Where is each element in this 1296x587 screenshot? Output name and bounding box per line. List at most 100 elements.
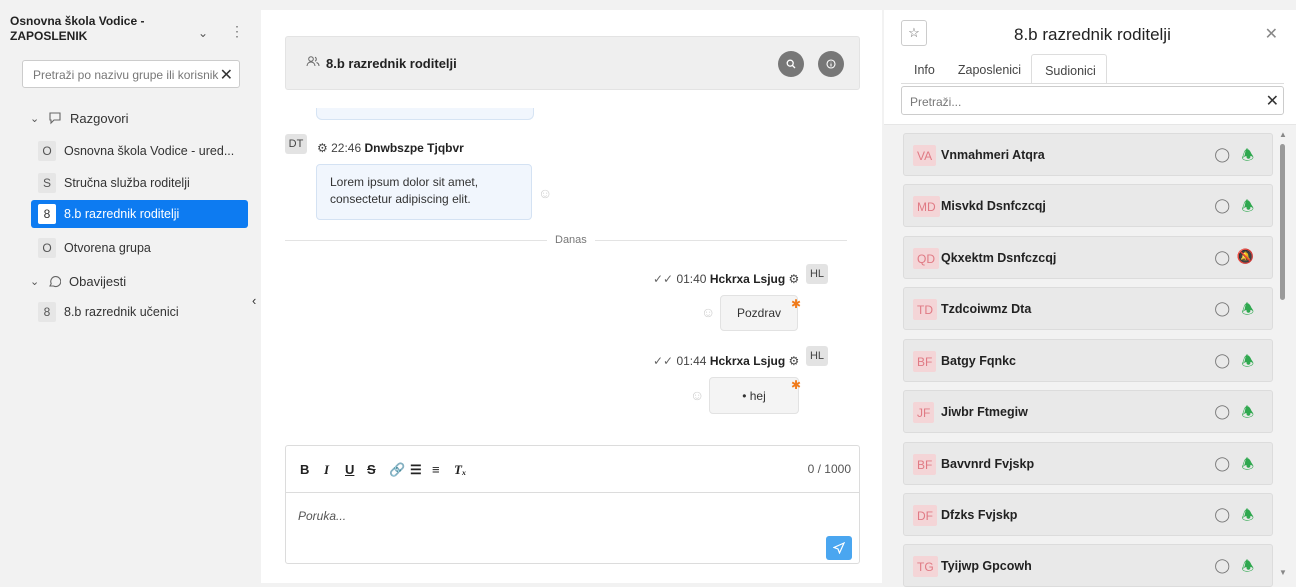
chat-icon[interactable]: ◯ xyxy=(1214,249,1230,266)
participant-row[interactable]: JF Jiwbr Ftmegiw ◯ 🕭 xyxy=(903,390,1273,433)
participant-row[interactable]: DF Dfzks Fvjskp ◯ 🕭 xyxy=(903,493,1273,536)
conversation-item-active[interactable]: 8 8.b razrednik roditelji xyxy=(31,200,248,228)
bell-off-icon[interactable]: 🔕 xyxy=(1237,248,1254,265)
more-options-icon[interactable]: ⋮ xyxy=(230,24,244,38)
link-icon[interactable]: 🔗 xyxy=(389,462,405,478)
info-button[interactable] xyxy=(818,51,844,77)
chat-icon[interactable]: ◯ xyxy=(1214,506,1230,523)
conversation-label: Osnovna škola Vodice - ured... xyxy=(64,144,235,158)
conversation-item[interactable]: O Osnovna škola Vodice - ured... xyxy=(31,137,248,165)
message-input[interactable]: Poruka... xyxy=(298,509,346,523)
chat-search-icon xyxy=(48,111,62,125)
message-meta: ✓✓ 01:40 Hckrxa Lsjug ⚙ xyxy=(653,272,799,286)
bell-icon[interactable]: 🕭 xyxy=(1241,505,1254,529)
chat-icon[interactable]: ◯ xyxy=(1214,300,1230,317)
bell-icon[interactable]: 🕭 xyxy=(1241,351,1254,375)
tab-zaposlenici[interactable]: Zaposlenici xyxy=(945,54,1031,84)
chat-icon[interactable]: ◯ xyxy=(1214,403,1230,420)
chat-title: 8.b razrednik roditelji xyxy=(326,56,457,71)
group-search-input[interactable]: Pretraži po nazivu grupe ili korisnik ✕ xyxy=(22,60,240,88)
scrollbar-thumb[interactable] xyxy=(1280,144,1285,300)
settings-icon[interactable]: ⚙ xyxy=(789,272,800,286)
chat-icon[interactable]: ◯ xyxy=(1214,352,1230,369)
participant-initials: DF xyxy=(913,505,937,526)
bell-icon[interactable]: 🕭 xyxy=(1241,454,1254,478)
clear-search-icon[interactable]: ✕ xyxy=(220,65,233,85)
participant-row[interactable]: TG Tyijwp Gpcowh ◯ 🕭 xyxy=(903,544,1273,587)
section-label: Obavijesti xyxy=(69,273,127,289)
participant-initials: BF xyxy=(913,454,937,475)
numbered-list-icon[interactable]: ≡ xyxy=(432,462,440,477)
send-button[interactable] xyxy=(826,536,852,560)
participant-row[interactable]: QD Qkxektm Dsnfczcqj ◯ 🔕 xyxy=(903,236,1273,279)
clear-format-icon[interactable]: Tₓ xyxy=(454,462,466,478)
conversation-item[interactable]: O Otvorena grupa xyxy=(31,234,248,262)
date-divider-label: Danas xyxy=(547,234,595,246)
group-icon xyxy=(306,55,320,67)
notice-label: 8.b razrednik učenici xyxy=(64,305,179,319)
chat-icon[interactable]: ◯ xyxy=(1214,557,1230,574)
bell-icon[interactable]: 🕭 xyxy=(1241,556,1254,580)
bell-icon[interactable]: 🕭 xyxy=(1241,145,1254,169)
bell-icon[interactable]: 🕭 xyxy=(1241,196,1254,220)
format-toolbar: B I U S 🔗 ☰ ≡ Tₓ 0 / 1000 xyxy=(286,446,859,493)
close-icon[interactable]: ✕ xyxy=(1265,24,1278,44)
strikethrough-icon[interactable]: S xyxy=(367,462,376,477)
bell-icon[interactable]: 🕭 xyxy=(1241,402,1254,426)
tab-sudionici[interactable]: Sudionici xyxy=(1031,54,1107,84)
notice-item[interactable]: 8 8.b razrednik učenici xyxy=(31,298,248,326)
settings-icon[interactable]: ⚙ xyxy=(789,354,800,368)
conversation-badge: O xyxy=(38,238,56,258)
participant-row[interactable]: BF Bavvnrd Fvjskp ◯ 🕭 xyxy=(903,442,1273,485)
participant-row[interactable]: MD Misvkd Dsnfczcqj ◯ 🕭 xyxy=(903,184,1273,227)
italic-icon[interactable]: I xyxy=(324,462,329,478)
scroll-down-icon[interactable]: ▼ xyxy=(1279,568,1287,577)
message-author: Hckrxa Lsjug xyxy=(709,272,786,286)
conversation-label: Stručna služba roditelji xyxy=(64,176,190,190)
participant-row[interactable]: TD Tzdcoiwmz Dta ◯ 🕭 xyxy=(903,287,1273,330)
group-search-placeholder: Pretraži po nazivu grupe ili korisnik xyxy=(33,68,219,82)
clear-search-icon[interactable]: ✕ xyxy=(1266,91,1279,111)
bold-icon[interactable]: B xyxy=(300,462,309,477)
bell-icon[interactable]: 🕭 xyxy=(1241,299,1254,323)
org-name: Osnovna škola Vodice - ZAPOSLENIK xyxy=(10,14,145,43)
emoji-reaction-icon[interactable]: ☺ xyxy=(538,185,552,201)
participant-initials: JF xyxy=(913,402,935,423)
conversation-item[interactable]: S Stručna služba roditelji xyxy=(31,169,248,197)
participant-scrollbar[interactable]: ▲ ▼ xyxy=(1279,130,1287,583)
participant-row[interactable]: VA Vnmahmeri Atqra ◯ 🕭 xyxy=(903,133,1273,176)
scroll-up-icon[interactable]: ▲ xyxy=(1279,130,1287,139)
sender-avatar: DT xyxy=(285,134,307,154)
panel-title: 8.b razrednik roditelji xyxy=(1014,25,1171,44)
message-meta: ⚙ 22:46 Dnwbszpe Tjqbvr xyxy=(317,141,464,155)
bullet-list-icon[interactable]: ☰ xyxy=(410,462,422,478)
read-receipt-icon: ✓✓ xyxy=(653,354,674,368)
collapse-sidebar-icon[interactable]: ‹ xyxy=(252,293,256,308)
star-icon: ☆ xyxy=(908,25,920,40)
chat-icon[interactable]: ◯ xyxy=(1214,455,1230,472)
chevron-down-icon[interactable]: ⌄ xyxy=(198,26,208,40)
settings-icon[interactable]: ⚙ xyxy=(317,141,328,155)
previous-message-bubble xyxy=(316,108,534,120)
search-button[interactable] xyxy=(778,51,804,77)
sender-avatar: HL xyxy=(806,264,828,284)
participant-initials: TD xyxy=(913,299,937,320)
participant-row[interactable]: BF Batgy Fqnkc ◯ 🕭 xyxy=(903,339,1273,382)
participant-initials: MD xyxy=(913,196,940,217)
section-razgovori[interactable]: ⌄ Razgovori xyxy=(30,108,129,128)
participant-name: Batgy Fqnkc xyxy=(941,354,1017,368)
participant-name: Jiwbr Ftmegiw xyxy=(941,405,1028,419)
emoji-reaction-icon[interactable]: ☺ xyxy=(701,304,715,320)
participant-name: Misvkd Dsnfczcqj xyxy=(941,199,1046,213)
tab-info[interactable]: Info xyxy=(901,54,945,84)
sidebar: Osnovna škola Vodice - ZAPOSLENIK ⌄ ⋮ Pr… xyxy=(0,10,260,583)
participant-search-input[interactable]: Pretraži... ✕ xyxy=(901,86,1284,115)
chevron-down-icon: ⌄ xyxy=(30,112,40,125)
underline-icon[interactable]: U xyxy=(345,462,354,477)
chat-icon[interactable]: ◯ xyxy=(1214,146,1230,163)
emoji-reaction-icon[interactable]: ☺ xyxy=(690,387,704,403)
favorite-button[interactable]: ☆ xyxy=(901,20,927,46)
star-icon: ✱ xyxy=(791,378,802,392)
section-obavijesti[interactable]: ⌄ Obavijesti xyxy=(30,271,126,291)
chat-icon[interactable]: ◯ xyxy=(1214,197,1230,214)
